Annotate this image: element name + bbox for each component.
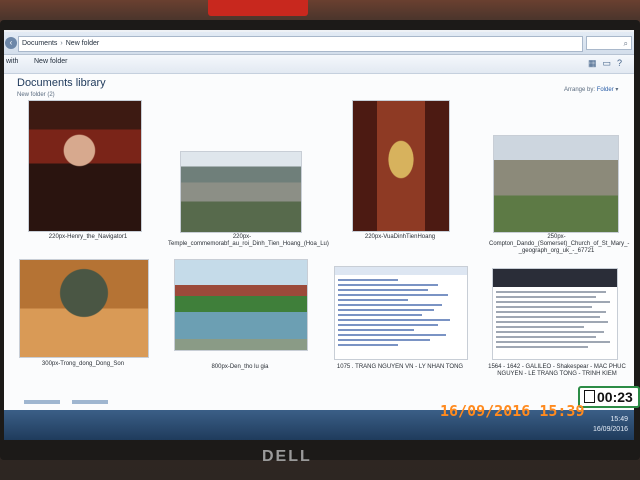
file-name[interactable]: 300px-Trong_dong_Dong_Son (19, 361, 147, 368)
document-page-icon[interactable] (334, 266, 468, 360)
document-line (496, 336, 596, 338)
church-photo-icon[interactable] (493, 135, 619, 233)
document-line (338, 339, 430, 341)
file-name[interactable]: 1564 - 1642 - GALILEO - Shakespear - MAC… (484, 364, 630, 378)
document-line (496, 321, 608, 323)
camera-datestamp: 16/09/2016 15:39 (440, 402, 585, 420)
statue-photo-icon[interactable] (352, 100, 450, 232)
document-line (338, 314, 422, 316)
next-row-preview (24, 400, 144, 404)
document-line (338, 304, 442, 306)
search-input[interactable]: ⌕ (586, 36, 632, 50)
arrange-by-dropdown[interactable]: Folder (597, 87, 614, 93)
toolbar-share-with-button[interactable]: with (6, 58, 18, 65)
bronze-drum-photo-icon[interactable] (19, 259, 149, 358)
red-sticker (208, 0, 308, 16)
document-line (496, 316, 600, 318)
document-page-icon[interactable] (492, 268, 618, 360)
temple-photo-icon[interactable] (180, 151, 302, 233)
file-name[interactable]: 250px-Compton_Dando_(Somerset)_Church_of… (489, 234, 629, 255)
file-pane: Documents library New folder (2) Arrange… (4, 74, 634, 410)
timer-value: 00:23 (597, 389, 633, 405)
timer-box-icon (584, 390, 595, 403)
breadcrumb[interactable]: Documents › New folder (18, 36, 583, 52)
document-line (496, 296, 596, 298)
document-line (338, 334, 446, 336)
lake-temple-photo-icon[interactable] (174, 259, 308, 351)
taskbar-clock[interactable]: 15:49 16/09/2016 (593, 415, 628, 435)
document-line (496, 311, 606, 313)
document-line (496, 326, 584, 328)
file-name[interactable]: 220px-Henry_the_Navigator1 (28, 234, 148, 241)
document-line (338, 294, 448, 296)
clock-date: 16/09/2016 (592, 426, 628, 433)
file-name[interactable]: 800px-Den_tho lu gia (174, 364, 306, 371)
view-options-icons[interactable]: ▦▭? (588, 58, 628, 69)
document-line (338, 319, 450, 321)
chevron-down-icon: ▾ (615, 87, 619, 93)
clock-time: 15:49 (610, 416, 628, 423)
document-line (496, 331, 604, 333)
breadcrumb-item[interactable]: New folder (66, 40, 99, 47)
back-arrow-icon[interactable]: ‹ (5, 37, 17, 49)
document-line (338, 324, 438, 326)
portrait-icon[interactable] (28, 100, 142, 232)
document-line (338, 299, 408, 301)
document-line (496, 346, 588, 348)
document-line (338, 329, 414, 331)
document-line (338, 279, 398, 281)
timer-overlay: 00:23 (578, 386, 640, 408)
library-subtitle: New folder (2) (17, 92, 55, 98)
address-bar: ‹ Documents › New folder ⌕ (4, 32, 634, 55)
document-line (338, 344, 398, 346)
search-icon: ⌕ (623, 39, 628, 48)
breadcrumb-separator-icon: › (60, 40, 63, 47)
arrange-by[interactable]: Arrange by: Folder ▾ (564, 86, 618, 93)
document-line (496, 306, 592, 308)
breadcrumb-item[interactable]: Documents (22, 40, 57, 47)
screen: ‹ Documents › New folder ⌕ with New folder… (4, 30, 634, 440)
library-title: Documents library (17, 77, 106, 89)
file-name[interactable]: 220px-VuaDinhTienHoang (344, 234, 456, 241)
document-line (338, 309, 434, 311)
monitor-logo: DELL (262, 448, 312, 465)
arrange-by-label: Arrange by: (564, 87, 596, 93)
document-line (496, 301, 610, 303)
toolbar: with New folder ▦▭? (4, 55, 634, 74)
document-line (338, 289, 428, 291)
document-line (338, 284, 438, 286)
document-line (496, 291, 606, 293)
document-line (496, 341, 610, 343)
new-folder-button[interactable]: New folder (34, 58, 67, 65)
file-name[interactable]: 220px-Temple_commemorabf_au_roi_Dinh_Tie… (168, 234, 329, 248)
document-header (493, 269, 617, 287)
file-name[interactable]: 1075 . TRANG NGUYEN VN - LY NHAN TONG (330, 364, 470, 371)
document-header (335, 267, 467, 275)
